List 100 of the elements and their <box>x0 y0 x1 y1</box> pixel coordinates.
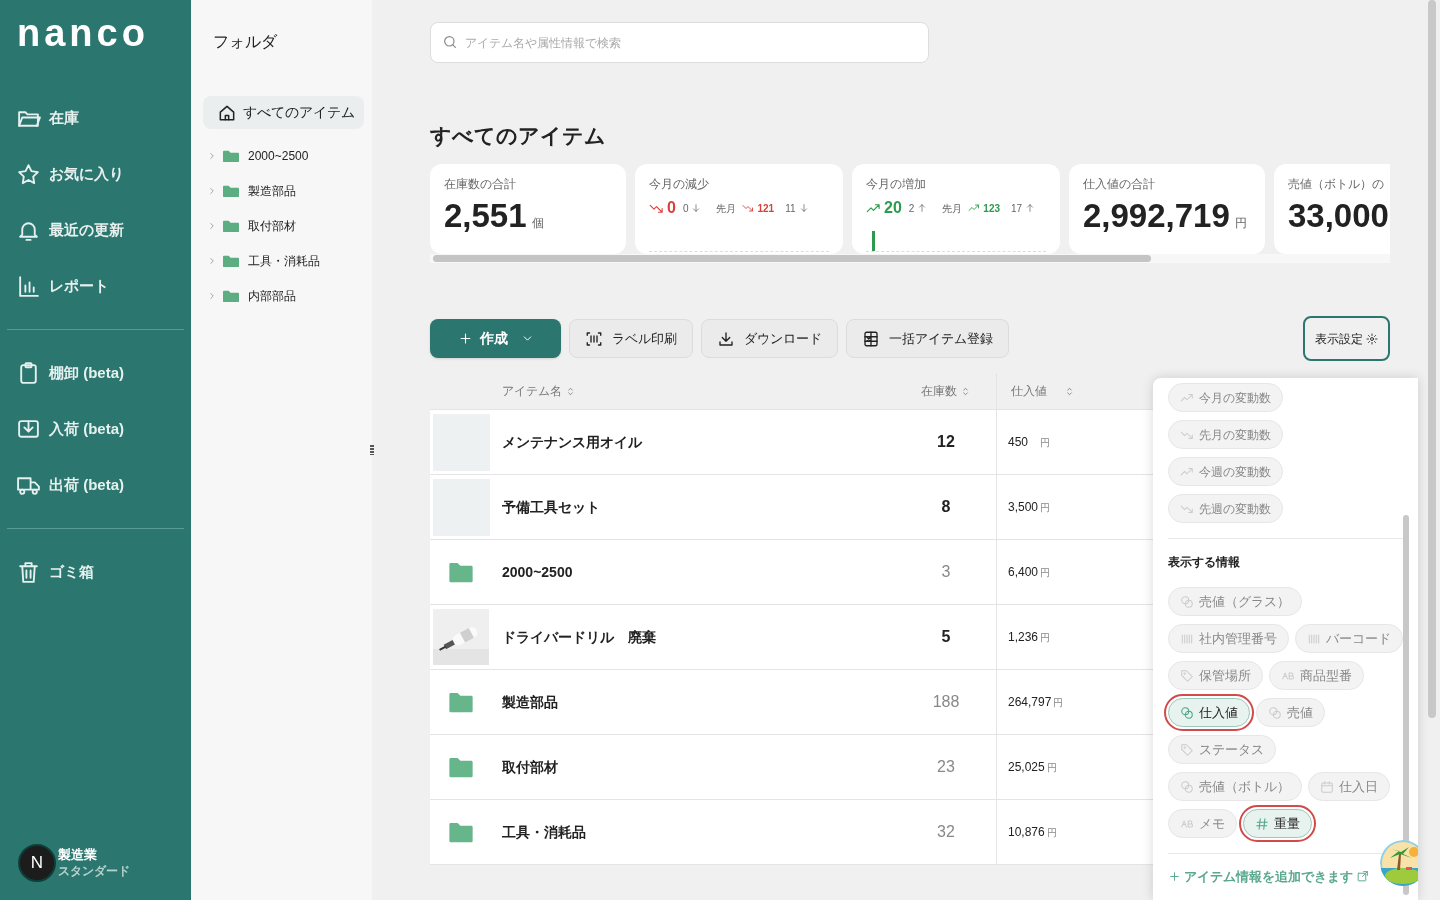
star-icon <box>16 161 41 187</box>
price: 264,797 円 <box>1008 694 1064 711</box>
nav-item[interactable]: 在庫 <box>0 90 191 146</box>
bar-chart-icon <box>16 273 41 299</box>
plan-label: スタンダード <box>58 863 130 879</box>
table-row[interactable]: 工具・消耗品 32 10,876 円 <box>430 800 1153 865</box>
attribute-chip[interactable]: 商品型番 <box>1269 661 1364 690</box>
price: 3,500 円 <box>1008 499 1051 516</box>
attribute-chip[interactable]: 今月の変動数 <box>1168 383 1283 412</box>
price: 25,025 円 <box>1008 759 1057 776</box>
create-button[interactable]: 作成 <box>430 319 561 358</box>
arrow-up-icon <box>917 203 928 213</box>
nav-item[interactable]: お気に入り <box>0 146 191 202</box>
folder-tree-item[interactable]: 2000~2500 <box>248 146 309 165</box>
item-name: ドライバードリル 廃棄 <box>502 629 656 645</box>
change-count: 17 <box>1011 201 1023 216</box>
change-count: 0 <box>682 201 689 216</box>
nav-item[interactable]: レポート <box>0 258 191 314</box>
stat-value: 0 <box>667 198 676 218</box>
folder-tree-item[interactable]: 内部部品 <box>248 286 296 305</box>
attribute-chip[interactable]: 保管場所 <box>1168 661 1263 690</box>
table-row[interactable]: 予備工具セット 8 3,500 円 <box>430 475 1153 540</box>
attribute-chip[interactable]: 社内管理番号 <box>1168 624 1289 653</box>
display-settings-button[interactable]: 表示設定 <box>1303 316 1390 361</box>
coins-icon <box>1180 779 1194 794</box>
stat-label: 在庫数の合計 <box>444 176 517 193</box>
quantity: 32 <box>937 823 955 840</box>
logo: nanco <box>16 11 150 56</box>
sort-icon <box>960 385 971 397</box>
attribute-chip[interactable]: ステータス <box>1168 735 1276 764</box>
price: 450 円 <box>1008 434 1050 451</box>
nav-item[interactable]: 入荷 (beta) <box>0 401 191 457</box>
item-name: 取付部材 <box>502 759 558 775</box>
add-attribute-link[interactable]: アイテム情報を追加できます <box>1168 867 1369 887</box>
settings-icon <box>1366 332 1378 345</box>
change-count: 2 <box>908 201 915 216</box>
attribute-chip[interactable]: 先月の変動数 <box>1168 420 1283 449</box>
plus-icon <box>457 331 473 346</box>
table-row[interactable]: ドライバードリル 廃棄 5 1,236 円 <box>430 605 1153 670</box>
attribute-chip[interactable]: 売値 <box>1256 698 1325 727</box>
coins-icon <box>1180 705 1194 720</box>
column-header[interactable]: 在庫数 <box>921 382 957 400</box>
table-row[interactable]: メンテナンス用オイル 12 450 円 <box>430 410 1153 475</box>
table-row[interactable]: 取付部材 23 25,025 円 <box>430 735 1153 800</box>
barcode-icon <box>1180 631 1194 646</box>
table-row[interactable]: 製造部品 188 264,797 円 <box>430 670 1153 735</box>
quantity: 3 <box>941 563 951 580</box>
nav-item[interactable]: 出荷 (beta) <box>0 457 191 513</box>
sort-icon <box>565 385 576 397</box>
folder-tree-item[interactable]: 取付部材 <box>248 216 296 235</box>
sort-icon <box>1064 385 1075 397</box>
tag-icon <box>1180 742 1194 757</box>
arrow-up-icon <box>1025 203 1036 213</box>
arrow-down-icon <box>691 203 702 213</box>
spreadsheet-icon <box>862 329 880 348</box>
attribute-chip[interactable]: バーコード <box>1295 624 1403 653</box>
folder-tree-item[interactable]: 製造部品 <box>248 181 296 200</box>
attribute-chip[interactable]: 売値（グラス） <box>1168 587 1302 616</box>
hash-icon <box>1255 816 1269 831</box>
label-button[interactable]: ラベル印刷 <box>569 319 693 358</box>
attribute-chip[interactable]: 仕入日 <box>1308 772 1390 801</box>
search-field[interactable]: アイテム名や属性情報で検索 <box>430 22 929 63</box>
panel-title: フォルダ <box>212 32 278 52</box>
quantity: 8 <box>941 498 951 515</box>
nav-item[interactable]: 棚卸 (beta) <box>0 345 191 401</box>
attribute-chip[interactable]: 先週の変動数 <box>1168 494 1283 523</box>
arrow-down-icon <box>798 203 809 213</box>
stat-label: 今月の増加 <box>866 176 927 193</box>
column-header[interactable]: 仕入値 <box>1011 382 1047 400</box>
attribute-chip[interactable]: 売値（ボトル） <box>1168 772 1302 801</box>
download-button[interactable]: ダウンロード <box>701 319 838 358</box>
excel-button[interactable]: 一括アイテム登録 <box>846 319 1009 358</box>
resize-handle[interactable] <box>370 445 374 455</box>
table-row[interactable]: 2000~2500 3 6,400 円 <box>430 540 1153 605</box>
item-name: 工具・消耗品 <box>502 824 586 840</box>
external-link-icon <box>1356 870 1369 884</box>
folder-tree-item[interactable]: 工具・消耗品 <box>248 251 320 270</box>
quantity: 23 <box>937 758 955 775</box>
attribute-chip[interactable]: 今週の変動数 <box>1168 457 1283 486</box>
nav-item[interactable]: 最近の更新 <box>0 202 191 258</box>
unit-label: 個 <box>531 215 544 232</box>
chevron-right-icon <box>207 150 217 161</box>
price: 6,400 円 <box>1008 564 1051 581</box>
folder-tree-item[interactable]: すべてのアイテム <box>203 96 364 129</box>
stat-value: 121 <box>757 201 775 216</box>
stat-value: 2,992,719 <box>1083 196 1230 236</box>
coins-icon <box>1180 594 1194 609</box>
trend-icon <box>742 202 755 214</box>
stat-value: 33,000 <box>1288 196 1389 236</box>
chevron-right-icon <box>207 185 217 196</box>
price: 10,876 円 <box>1008 824 1057 841</box>
quantity: 188 <box>932 693 960 710</box>
column-header[interactable]: アイテム名 <box>502 382 562 400</box>
chevron-right-icon <box>207 290 217 301</box>
account-name: 製造業 <box>58 847 98 864</box>
avatar[interactable]: N <box>18 844 56 882</box>
plus-icon <box>1168 870 1181 884</box>
attribute-chip[interactable]: メモ <box>1168 809 1237 838</box>
nav-item[interactable]: ゴミ箱 <box>0 544 191 600</box>
coins-icon <box>1268 705 1282 720</box>
